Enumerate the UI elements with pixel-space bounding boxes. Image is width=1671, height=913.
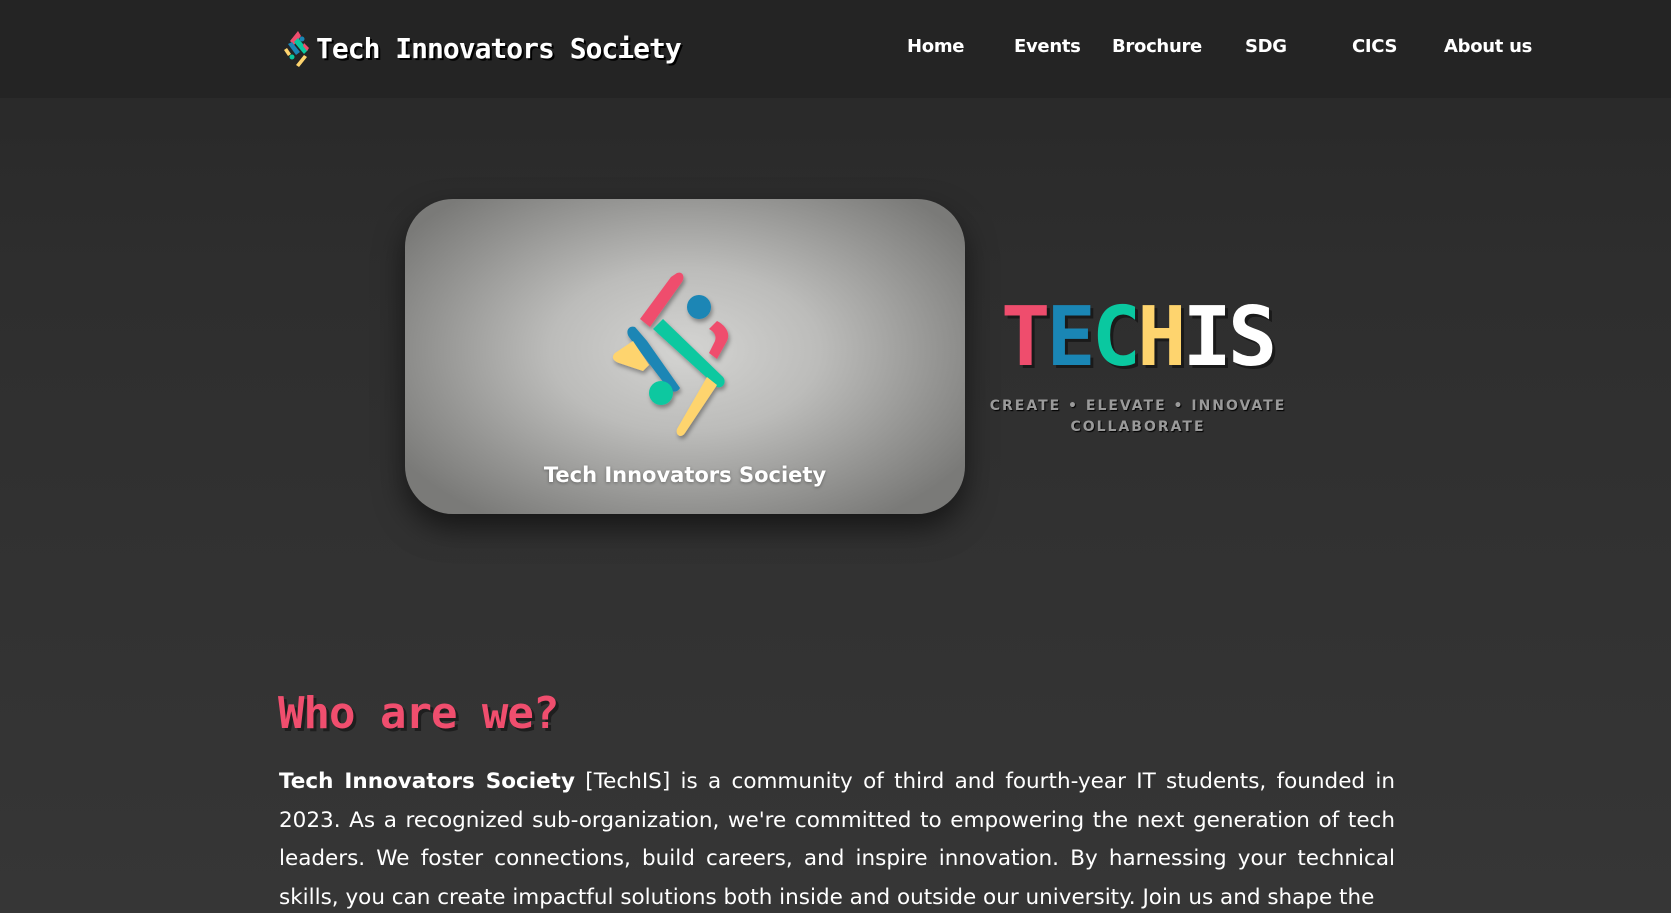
navbar: Tech Innovators Society Home Events Broc… — [0, 0, 1671, 98]
tagline-line-2: COLLABORATE — [1070, 419, 1206, 435]
about-paragraph: Tech Innovators Society [TechIS] is a co… — [279, 763, 1395, 913]
nav-home[interactable]: Home — [907, 36, 965, 57]
wordmark-letter-h: H — [1137, 290, 1186, 385]
nav-events[interactable]: Events — [1014, 36, 1081, 57]
techis-wordmark: T E C H I S — [1001, 290, 1277, 385]
wordmark-letter-c: C — [1091, 290, 1141, 385]
hero-card: Tech Innovators Society — [405, 199, 965, 514]
hero-card-title: Tech Innovators Society — [543, 463, 827, 487]
wordmark-letter-s: S — [1227, 290, 1277, 385]
brand-name: Tech Innovators Society — [316, 31, 682, 65]
brand-link[interactable]: Tech Innovators Society — [282, 28, 682, 68]
tagline-line-1: CREATE • ELEVATE • INNOVATE — [989, 398, 1287, 414]
techis-logo-icon — [284, 31, 309, 67]
wordmark-letter-i: I — [1182, 290, 1232, 385]
nav-cics[interactable]: CICS — [1352, 36, 1398, 57]
section-title-who-are-we: Who are we? — [278, 688, 559, 739]
about-org-name: Tech Innovators Society — [279, 769, 575, 794]
wordmark-letter-t: T — [1001, 290, 1050, 385]
techis-logo-icon — [612, 272, 729, 436]
nav-sdg[interactable]: SDG — [1245, 36, 1287, 57]
tagline: CREATE • ELEVATE • INNOVATE COLLABORATE — [960, 396, 1316, 438]
nav-about-us[interactable]: About us — [1444, 36, 1532, 57]
nav-brochure[interactable]: Brochure — [1112, 36, 1202, 57]
wordmark-letter-e: E — [1046, 290, 1095, 385]
page: Tech Innovators Society Home Events Broc… — [0, 0, 1671, 913]
